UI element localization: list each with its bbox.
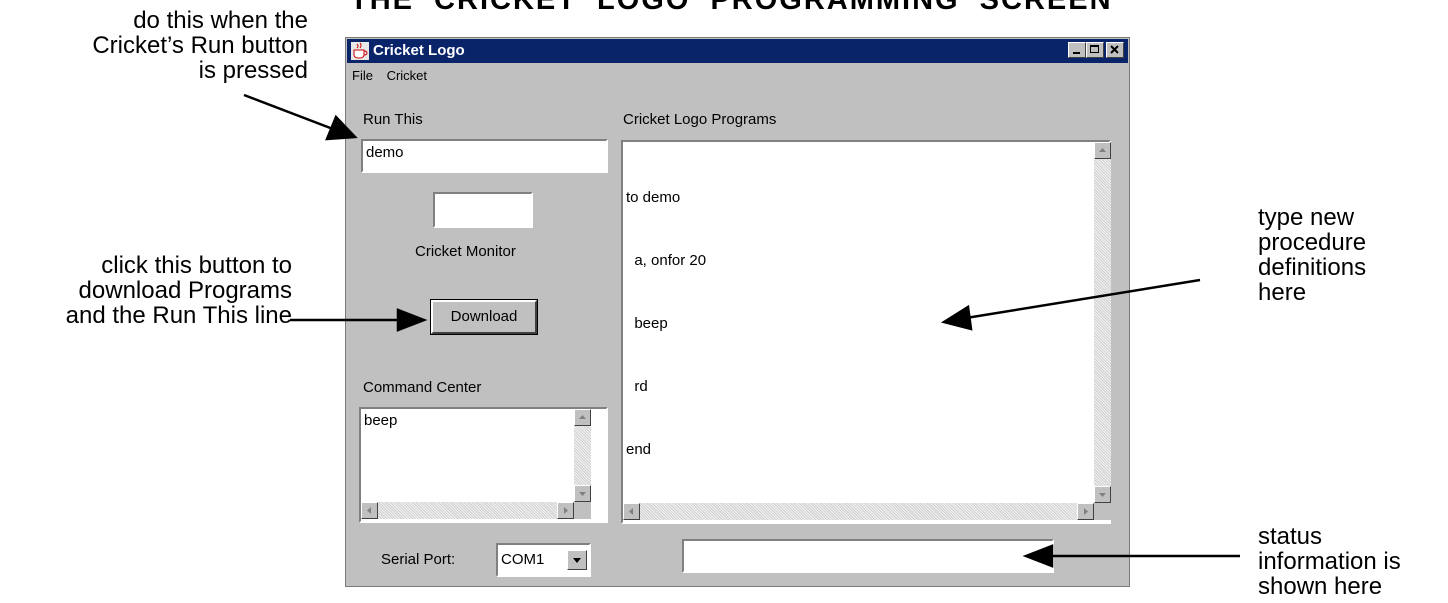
procedures-arrow bbox=[965, 278, 1201, 320]
run-this-arrow bbox=[243, 93, 334, 131]
annotation-arrows bbox=[243, 93, 1240, 568]
download-arrowhead bbox=[396, 308, 428, 332]
status-arrowhead bbox=[1022, 544, 1054, 568]
procedures-arrowhead bbox=[940, 304, 973, 331]
run-this-arrowhead bbox=[325, 114, 358, 141]
